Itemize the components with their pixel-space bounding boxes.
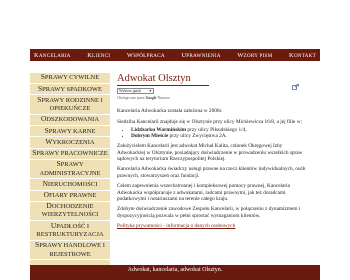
sidebar-menu: Sprawy cywilne Sprawy spadkowe Sprawy ro… — [30, 73, 110, 280]
sidebar-item-sprawy-spadkowe[interactable]: Sprawy spadkowe — [30, 84, 110, 96]
sidebar-item-sprawy-cywilne[interactable]: Sprawy cywilne — [30, 73, 110, 85]
page-title: Adwokat Olsztyn — [117, 73, 191, 84]
powered-suffix: Tłumacz — [157, 96, 170, 100]
sidebar-item-dochodzenie-wierzytelnosci[interactable]: Dochodzenie wierzytelności — [30, 201, 110, 222]
external-link-icon[interactable] — [292, 84, 299, 90]
sidebar-item-sprawy-pracownicze[interactable]: Sprawy pracownicze — [30, 148, 110, 160]
branch-city: Lidzbarku Warmińskim — [131, 126, 187, 133]
paragraph-seat: Siedziba Kancelarii znajduje się w Olszt… — [117, 118, 303, 125]
nav-item-wspolpraca[interactable]: Współpraca — [127, 52, 165, 59]
sidebar-item-sprawy-handlowe[interactable]: Sprawy handlowe i rejestrowe — [30, 241, 110, 261]
nav-item-kontakt[interactable]: Kontakt — [289, 52, 316, 59]
powered-prefix: Obsługiwane przez — [117, 96, 145, 100]
sidebar-item-sprawy-karne[interactable]: Sprawy karne — [30, 126, 110, 138]
list-item: Dobrym Mieście przy ulicy Zwycięstwa 2A. — [131, 133, 307, 139]
paragraph-founded: Kancelaria Adwokacka została założona w … — [117, 108, 223, 115]
language-select-value: Wybierz język — [119, 89, 142, 93]
branch-address: przy ulicy Zwycięstwa 2A. — [169, 132, 227, 139]
privacy-policy-link[interactable]: Polityka prywatności - informacja o dany… — [117, 223, 235, 229]
footer: Adwokat, kancelaria, adwokat Olsztyn. — [30, 265, 320, 280]
language-select[interactable]: Wybierz język ▼ — [117, 88, 154, 94]
sidebar-item-sprawy-administracyjne[interactable]: Sprawy administracyjne — [30, 159, 110, 180]
translate-attribution: Obsługiwane przez Google Tłumacz — [117, 95, 307, 101]
sidebar-item-upadlosc[interactable]: Upadłość i restrukturyzacja — [30, 221, 110, 241]
branch-city: Dobrym Mieście — [131, 132, 169, 139]
footer-text: Adwokat, kancelaria, adwokat Olsztyn. — [127, 267, 223, 273]
title-divider — [117, 85, 209, 86]
sidebar-item-sprawy-rodzinne[interactable]: Sprawy rodzinne i opiekuńcze — [30, 95, 110, 115]
nav-item-wzory-pism[interactable]: Wzory pism — [237, 52, 272, 59]
sidebar-item-odszkodowania[interactable]: Odszkodowania — [30, 115, 110, 127]
google-translate-widget: Wybierz język ▼ Obsługiwane przez Google… — [117, 88, 307, 101]
nav-item-uprawnienia[interactable]: Uprawnienia — [181, 52, 220, 59]
chevron-down-icon: ▼ — [148, 89, 152, 93]
branch-list: Lidzbarku Warmińskim przy ulicy Piłsudsk… — [131, 127, 307, 140]
nav-item-klienci[interactable]: Klienci — [87, 52, 110, 59]
top-navigation: Kancelaria Klienci Współpraca Uprawnieni… — [30, 49, 320, 61]
paragraph-founder: Założycielem Kancelarii jest adwokat Mic… — [117, 143, 303, 162]
main-content: Adwokat Olsztyn Wybierz język ▼ Obsługiw… — [117, 73, 307, 234]
paragraph-experience: Zdobyte doświadczenie zawodowe Zespołu K… — [117, 206, 301, 219]
sidebar-item-wykroczenia[interactable]: Wykroczenia — [30, 137, 110, 149]
nav-item-kancelaria[interactable]: Kancelaria — [34, 52, 71, 59]
paragraph-services: Kancelaria Adwokacka świadczy usługi pra… — [117, 166, 306, 179]
sidebar-item-ofiary-prawne[interactable]: Ofiary prawne — [30, 190, 110, 202]
google-logo-text[interactable]: Google — [146, 96, 157, 100]
sidebar-item-nieruchomosci[interactable]: Nieruchomości — [30, 179, 110, 191]
paragraph-cooperation: Celem zapewnienia wszechstronnej i kompl… — [117, 183, 290, 202]
branch-address: przy ulicy Piłsudskiego 1/4, — [187, 126, 247, 133]
